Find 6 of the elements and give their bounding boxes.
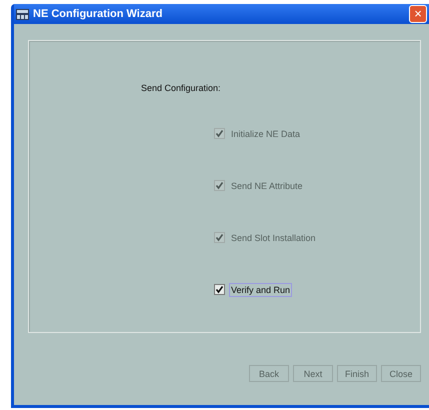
app-icon xyxy=(16,8,29,20)
checkbox-label[interactable]: Verify and Run xyxy=(229,282,292,296)
section-heading: Send Configuration: xyxy=(141,83,222,93)
close-button[interactable]: × xyxy=(409,5,427,23)
checkbox[interactable] xyxy=(214,284,225,295)
window-title: NE Configuration Wizard xyxy=(33,8,162,20)
